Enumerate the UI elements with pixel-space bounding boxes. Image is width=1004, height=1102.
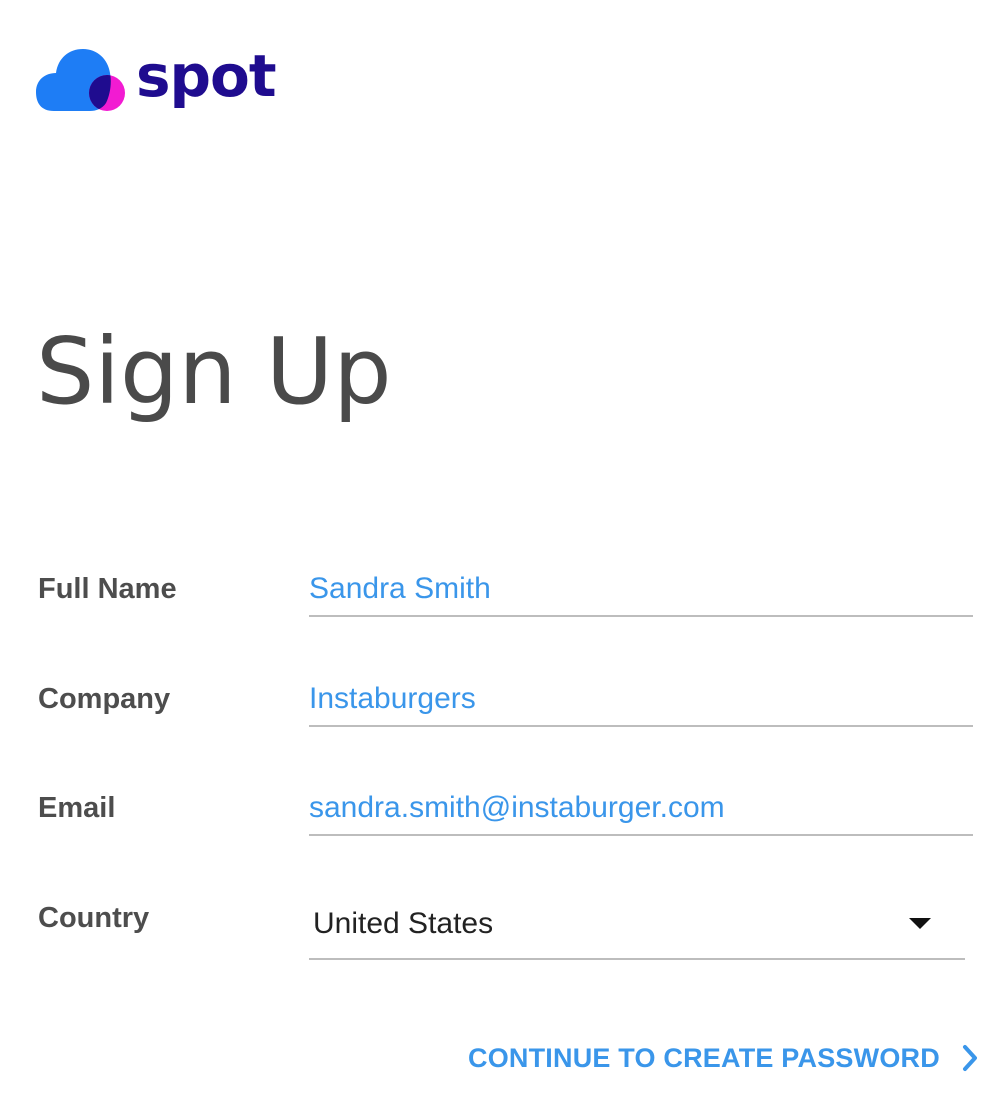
full-name-label: Full Name	[38, 573, 177, 605]
continue-button[interactable]: CONTINUE TO CREATE PASSWORD	[468, 1034, 980, 1082]
email-label: Email	[38, 792, 116, 824]
form-row-country: Country United States	[0, 892, 1004, 962]
cloud-logo-icon	[36, 49, 125, 111]
country-select[interactable]: United States	[309, 896, 965, 960]
spot-logo	[36, 40, 128, 120]
full-name-input[interactable]	[309, 563, 973, 617]
dropdown-caret-icon	[909, 918, 931, 929]
chevron-right-icon	[960, 1043, 980, 1073]
form-row-email: Email	[0, 782, 1004, 852]
country-label: Country	[38, 902, 150, 934]
form-row-full-name: Full Name	[0, 563, 1004, 633]
company-label: Company	[38, 683, 171, 715]
company-input[interactable]	[309, 673, 973, 727]
brand-name: spot	[136, 42, 277, 110]
continue-label: CONTINUE TO CREATE PASSWORD	[468, 1042, 940, 1073]
form-row-company: Company	[0, 673, 1004, 743]
email-input[interactable]	[309, 782, 973, 836]
country-select-value: United States	[313, 907, 494, 940]
page-title: Sign Up	[36, 318, 392, 425]
